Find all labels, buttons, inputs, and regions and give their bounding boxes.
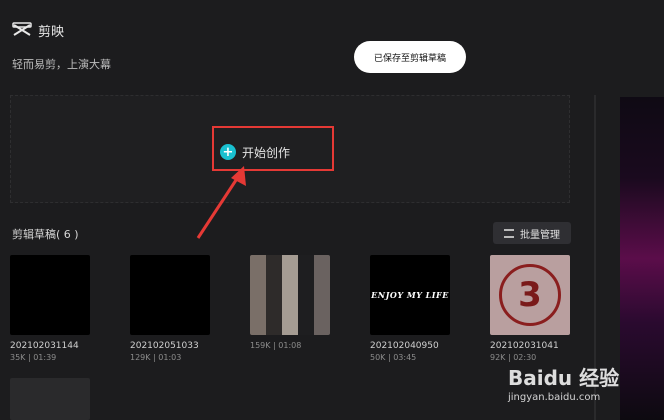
batch-manage-button[interactable]: 批量管理 (493, 222, 571, 244)
draft-thumbnail-photo (250, 255, 330, 335)
draft-item[interactable]: 202102051033 129K | 01:03 (130, 255, 212, 362)
countdown-ring: 3 (499, 264, 561, 326)
baidu-watermark: Baidu 经验 (508, 366, 620, 390)
list-icon (504, 228, 514, 238)
draft-item[interactable]: 202102031144 35K | 01:39 (10, 255, 92, 362)
draft-meta: 35K | 01:39 (10, 353, 57, 362)
app-slogan: 轻而易剪，上演大幕 (12, 58, 111, 71)
preview-panel (620, 97, 664, 420)
draft-thumbnail (130, 255, 210, 335)
draft-meta: 92K | 02:30 (490, 353, 537, 362)
highlight-box (212, 126, 334, 171)
draft-name: 202102051033 (130, 341, 199, 351)
draft-item[interactable]: 159K | 01:08 (250, 255, 332, 350)
draft-name: 202102031041 (490, 341, 559, 351)
app-logo: 剪映 (12, 20, 64, 40)
watermark-url: jingyan.baidu.com (508, 392, 601, 403)
saved-toast: 已保存至剪辑草稿 (354, 41, 466, 73)
draft-name: 202102040950 (370, 341, 439, 351)
draft-name: 202102031144 (10, 341, 79, 351)
draft-meta: 129K | 01:03 (130, 353, 182, 362)
capcut-logo-icon (12, 22, 32, 36)
draft-meta: 159K | 01:08 (250, 341, 302, 350)
draft-item[interactable]: 3 202102031041 92K | 02:30 (490, 255, 572, 362)
draft-thumbnail (10, 255, 90, 335)
draft-thumbnail: ENJOY MY LIFE (370, 255, 450, 335)
draft-meta: 50K | 03:45 (370, 353, 417, 362)
thumbnail-text: ENJOY MY LIFE (371, 290, 449, 300)
drafts-title: 剪辑草稿( 6 ) (12, 228, 79, 241)
batch-manage-label: 批量管理 (520, 229, 560, 241)
draft-thumbnail: 3 (490, 255, 570, 335)
countdown-number: 3 (518, 275, 542, 315)
draft-item-partial[interactable] (10, 378, 90, 420)
app-name: 剪映 (38, 24, 65, 40)
draft-item[interactable]: ENJOY MY LIFE 202102040950 50K | 03:45 (370, 255, 452, 362)
